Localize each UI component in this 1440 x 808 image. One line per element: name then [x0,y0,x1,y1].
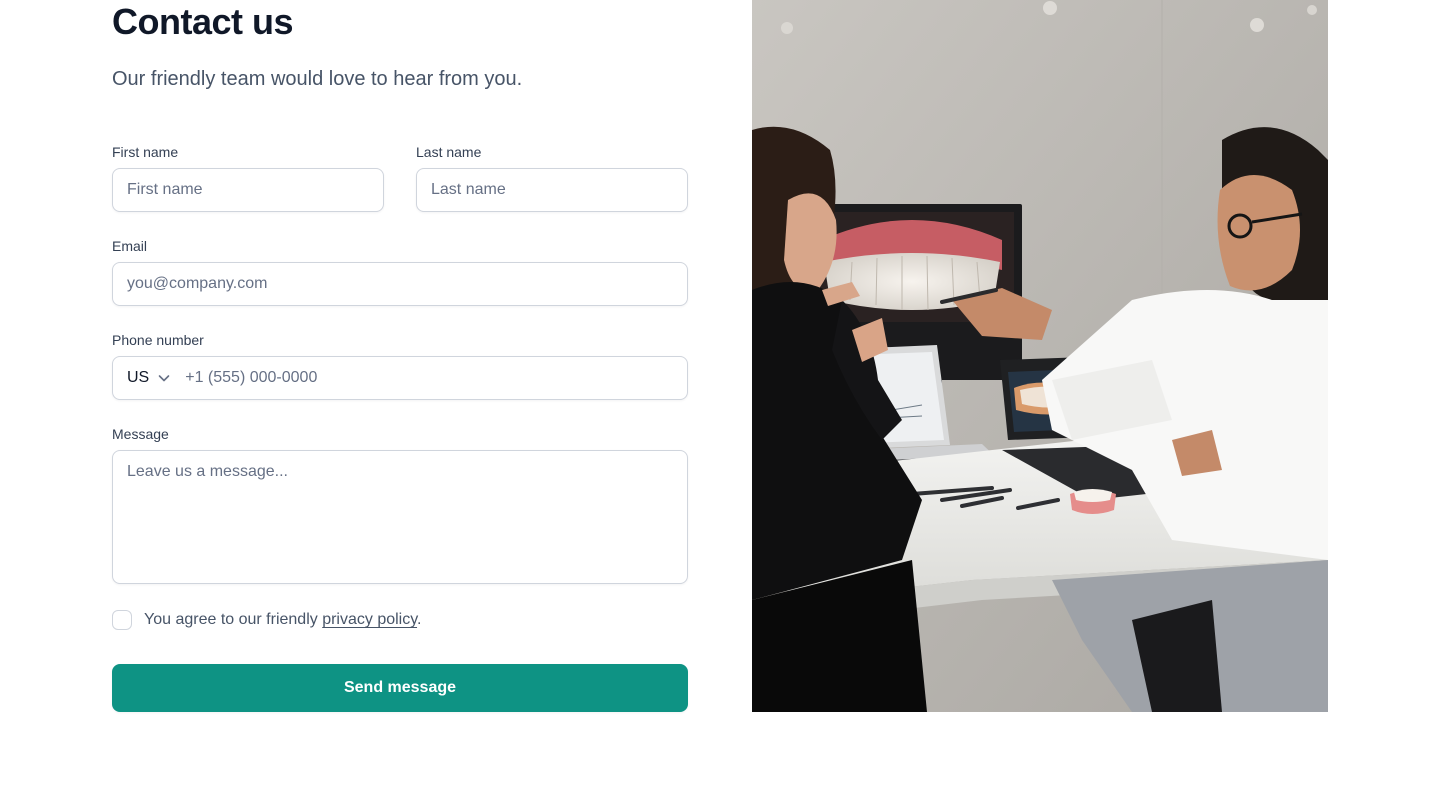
phone-label: Phone number [112,332,204,348]
page-subtitle: Our friendly team would love to hear fro… [112,68,523,90]
privacy-agreement: You agree to our friendly privacy policy… [112,608,422,632]
message-label: Message [112,426,169,442]
last-name-input[interactable] [416,168,688,212]
country-select[interactable]: US [113,357,171,399]
email-label: Email [112,238,148,254]
last-name-label: Last name [416,144,482,160]
first-name-label: First name [112,144,179,160]
privacy-checkbox[interactable] [112,610,132,630]
contact-page: Contact us Our friendly team would love … [0,0,1440,808]
send-message-button[interactable]: Send message [112,664,688,712]
chevron-down-icon [157,371,171,385]
phone-input[interactable] [171,357,687,399]
agree-suffix: . [417,611,422,628]
message-textarea[interactable] [112,450,688,584]
first-name-input[interactable] [112,168,384,212]
privacy-policy-link[interactable]: privacy policy [322,611,417,628]
office-photo [752,0,1328,712]
email-input[interactable] [112,262,688,306]
country-code: US [127,369,150,386]
agree-prefix: You agree to our friendly [144,611,323,628]
agree-text: You agree to our friendly privacy policy… [144,611,422,629]
phone-field: US [112,356,688,400]
page-title: Contact us [112,1,294,42]
